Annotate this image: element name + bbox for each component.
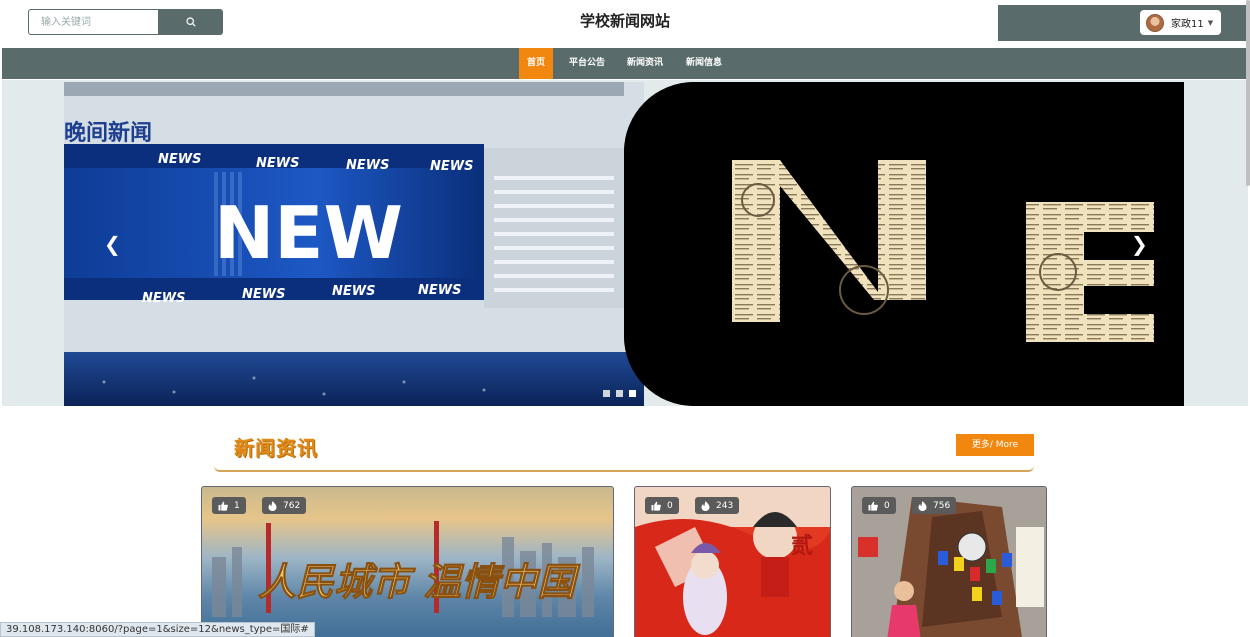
newspaper-letters-image: N E	[624, 82, 1184, 406]
banner-slide-image[interactable]: 晚间新闻 NEWS NEWS NEWS NEWS NEWS NEWS NEWS …	[64, 82, 644, 406]
flame-icon	[918, 500, 927, 511]
nav-item-home[interactable]: 首页	[519, 48, 553, 79]
section-divider	[214, 466, 1034, 472]
user-panel: 家政11 ▼	[998, 5, 1248, 41]
carousel-dots	[603, 390, 636, 397]
thumbs-up-icon	[651, 501, 661, 511]
ticker-text: NEWS	[142, 291, 185, 306]
carousel-dot[interactable]	[629, 390, 636, 397]
search-button[interactable]	[158, 9, 223, 35]
like-badge: 0	[862, 497, 896, 514]
news-card[interactable]: 人民城市 温情中国 1 762	[201, 486, 614, 637]
caret-down-icon: ▼	[1207, 18, 1214, 27]
avatar	[1146, 13, 1164, 32]
flame-icon	[268, 500, 277, 511]
news-card-caption: 贰	[791, 533, 813, 559]
news-card[interactable]: 贰 0 243	[634, 486, 831, 637]
like-badge: 1	[212, 497, 246, 514]
banner-headline: 晚间新闻	[64, 120, 152, 146]
section-title: 新闻资讯	[234, 436, 318, 460]
ticker-text: NEWS	[418, 283, 461, 298]
search-input[interactable]	[28, 9, 159, 35]
thumbs-up-icon	[868, 501, 878, 511]
search-icon	[185, 17, 196, 27]
like-count: 0	[884, 500, 890, 511]
views-badge: 243	[695, 497, 740, 514]
ticker-text: NEWS	[242, 287, 285, 302]
thumbs-up-icon	[218, 501, 228, 511]
main-nav: 首页 平台公告 新闻资讯 新闻信息	[2, 48, 1248, 79]
nav-item-news[interactable]: 新闻资讯	[620, 48, 670, 79]
like-count: 1	[234, 500, 240, 511]
news-studio-image: 晚间新闻 NEWS NEWS NEWS NEWS NEWS NEWS NEWS …	[64, 82, 644, 406]
status-bar-url: 39.108.173.140:8060/?page=1&size=12&news…	[0, 622, 315, 637]
ticker-text: NEWS	[332, 284, 375, 299]
news-card-caption: 人民城市 温情中国	[258, 559, 581, 604]
user-name: 家政11	[1171, 19, 1204, 30]
user-menu-button[interactable]: 家政11 ▼	[1140, 10, 1221, 35]
ticker-text: NEWS	[346, 158, 389, 173]
carousel-dot[interactable]	[616, 390, 623, 397]
carousel-dot[interactable]	[603, 390, 610, 397]
nav-item-news-info[interactable]: 新闻信息	[679, 48, 729, 79]
views-count: 243	[716, 500, 734, 511]
banner-slide-newspaper[interactable]: N E	[624, 82, 1184, 406]
views-badge: 756	[912, 497, 957, 514]
ticker-text: NEWS	[158, 152, 201, 167]
ticker-text: NEWS	[256, 156, 299, 171]
nav-item-announcements[interactable]: 平台公告	[561, 48, 613, 79]
news-card[interactable]: 0 756	[851, 486, 1047, 637]
banner-big-word: NEW	[214, 191, 403, 275]
like-count: 0	[667, 500, 673, 511]
scrollbar[interactable]	[1246, 0, 1250, 186]
carousel-prev-icon[interactable]: ❮	[104, 232, 121, 256]
page: 学校新闻网站 家政11 ▼ 首页 平台公告 新闻资讯 新闻信息	[0, 0, 1250, 637]
carousel-next-icon[interactable]: ❯	[1131, 232, 1148, 256]
like-badge: 0	[645, 497, 679, 514]
views-count: 756	[933, 500, 951, 511]
views-count: 762	[283, 500, 301, 511]
flame-icon	[701, 500, 710, 511]
ticker-text: NEWS	[430, 159, 473, 174]
views-badge: 762	[262, 497, 307, 514]
more-button[interactable]: 更多/ More	[956, 434, 1034, 456]
